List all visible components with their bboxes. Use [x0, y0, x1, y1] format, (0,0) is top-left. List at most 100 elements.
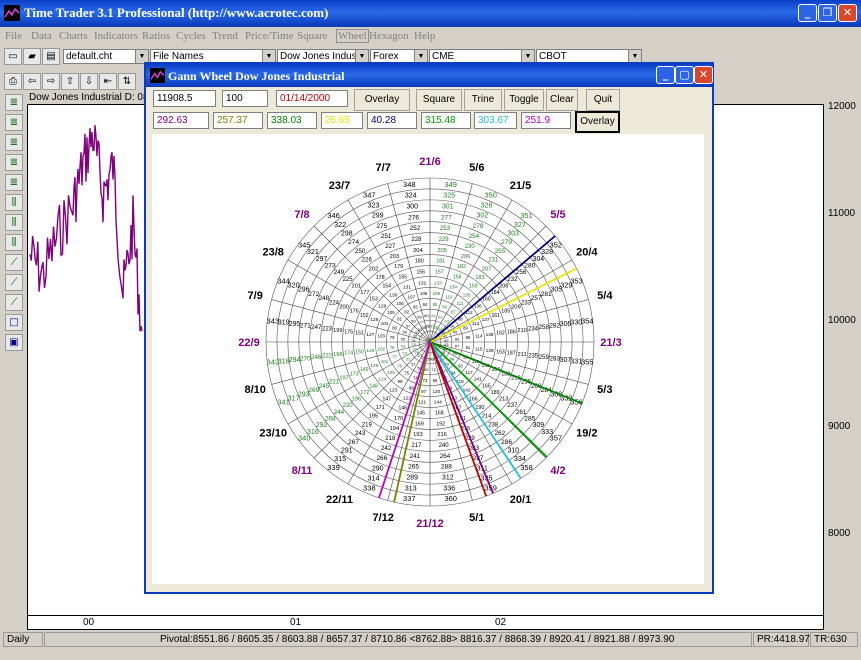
gann-wheel[interactable]: 4241403938373635343332313029282726254847… [152, 134, 704, 584]
wheel-cell-number: 177 [360, 290, 369, 296]
wheel-cell-number: 218 [385, 436, 396, 442]
bar-chart-icon[interactable]: ⫼ [5, 214, 23, 231]
wheel-cell-number: 254 [469, 233, 480, 240]
arrow-up-icon[interactable]: ⇧ [61, 73, 79, 90]
dialog-minimize-button[interactable]: _ [656, 66, 675, 84]
wheel-cell-number: 246 [311, 354, 322, 361]
wheel-cell-number: 211 [518, 352, 527, 358]
angle-value-1[interactable]: 292.63 [153, 112, 209, 129]
wheel-cell-number: 113 [472, 321, 480, 326]
wheel-cell-number: 90 [466, 335, 471, 340]
arrow-down-icon[interactable]: ⇩ [80, 73, 98, 90]
save-icon[interactable]: ▤ [42, 48, 60, 65]
chart-file-select[interactable]: default.cht ▼ [63, 49, 149, 64]
arrow-left-icon[interactable]: ⇦ [23, 73, 41, 90]
menu-hexagon[interactable]: Hexagon [369, 30, 409, 42]
bar-chart-icon[interactable]: ⫼ [5, 234, 23, 251]
wheel-cell-number: 181 [436, 259, 445, 265]
dialog-title-bar[interactable]: Gann Wheel Dow Jones Industrial _ ▢ ✕ [146, 64, 713, 87]
indicator-list-icon[interactable]: ≣ [5, 134, 23, 151]
angle-value-7[interactable]: 303.67 [474, 112, 517, 129]
menu-trend[interactable]: Trend [212, 30, 238, 42]
menu-square[interactable]: Square [297, 30, 328, 42]
wheel-cell-number: 248 [319, 295, 330, 302]
wheel-date-label: 21/12 [416, 518, 444, 530]
menu-price-time[interactable]: Price/Time [245, 30, 294, 42]
print-preview-icon[interactable]: ⎙ [4, 73, 22, 90]
indicator-list-icon[interactable]: ≣ [5, 94, 23, 111]
open-folder-icon[interactable]: ▰ [23, 48, 41, 65]
wheel-cell-number: 267 [348, 439, 359, 446]
menu-indicators[interactable]: Indicators [94, 30, 138, 42]
wheel-cell-number: 203 [390, 254, 400, 260]
gann-wheel-dialog[interactable]: Gann Wheel Dow Jones Industrial _ ▢ ✕ 11… [144, 62, 714, 594]
toggle-button[interactable]: Toggle [504, 89, 544, 111]
wheel-date-label: 20/4 [576, 247, 598, 259]
angle-line-icon[interactable]: ⟋ [5, 294, 23, 311]
angle-value-4[interactable]: 26.65 [321, 112, 363, 129]
angle-value-3[interactable]: 338.03 [267, 112, 317, 129]
wheel-cell-number: 223 [322, 326, 333, 332]
wheel-cell-number: 153 [369, 297, 378, 303]
square-tool-icon[interactable]: □ [5, 314, 23, 331]
menu-data[interactable]: Data [31, 30, 52, 42]
indicator-list-icon[interactable]: ≣ [5, 114, 23, 131]
indicator-list-icon[interactable]: ≣ [5, 154, 23, 171]
dialog-close-button[interactable]: ✕ [694, 66, 713, 84]
wheel-cell-number: 299 [372, 213, 384, 220]
menu-wheel[interactable]: Wheel [336, 29, 369, 43]
wheel-cell-number: 247 [311, 324, 322, 331]
price-input[interactable]: 11908.5 [153, 90, 216, 107]
wheel-cell-number: 171 [376, 405, 385, 411]
wheel-cell-number: 190 [475, 405, 484, 411]
quit-button[interactable]: Quit [586, 89, 620, 111]
menu-cycles[interactable]: Cycles [176, 30, 206, 42]
trend-line-icon[interactable]: ⟋ [5, 254, 23, 271]
sort-icon[interactable]: ⇅ [118, 73, 136, 90]
wheel-cell-number: 322 [334, 220, 346, 229]
maximize-button[interactable]: ❐ [818, 4, 837, 22]
wheel-cell-number: 351 [520, 211, 533, 220]
overlay-button[interactable]: Overlay [354, 89, 410, 111]
gann-wheel-svg: 4241403938373635343332313029282726254847… [238, 156, 621, 530]
square-button[interactable]: Square [416, 89, 462, 111]
arrow-right-icon[interactable]: ⇨ [42, 73, 60, 90]
wheel-cell-number: 338 [363, 484, 376, 493]
menu-file[interactable]: File [5, 30, 22, 42]
angle-value-5[interactable]: 40.28 [367, 112, 417, 129]
wheel-cell-number: 312 [442, 475, 454, 482]
date-input[interactable]: 01/14/2000 [276, 90, 348, 107]
wheel-tool-icon[interactable]: ▣ [5, 334, 23, 351]
wheel-cell-number: 38 [434, 325, 439, 330]
menu-help[interactable]: Help [414, 30, 435, 42]
indicator-list-icon[interactable]: ≣ [5, 174, 23, 191]
scroll-start-icon[interactable]: ⇤ [99, 73, 117, 90]
overlay-secondary-button[interactable]: Overlay [575, 111, 620, 133]
wheel-cell-number: 323 [368, 201, 380, 210]
angle-value-6[interactable]: 315.48 [421, 112, 471, 129]
wheel-cell-number: 326 [481, 201, 493, 210]
app-title-bar[interactable]: Time Trader 3.1 Professional (http://www… [0, 0, 861, 27]
fan-line-icon[interactable]: ⟋ [5, 274, 23, 291]
wheel-cell-number: 217 [411, 443, 422, 449]
step-input[interactable]: 100 [222, 90, 268, 107]
wheel-cell-number: 194 [390, 426, 400, 432]
clear-button[interactable]: Clear [546, 89, 578, 111]
new-file-icon[interactable]: ▭ [4, 48, 22, 65]
angle-value-8[interactable]: 251.9 [521, 112, 571, 129]
close-button[interactable]: ✕ [838, 4, 857, 22]
angle-value-2[interactable]: 257.37 [213, 112, 263, 129]
wheel-cell-number: 213 [499, 397, 509, 403]
y-tick-10000: 10000 [828, 315, 856, 326]
menu-charts[interactable]: Charts [59, 30, 88, 42]
bar-chart-icon[interactable]: ⫼ [5, 194, 23, 211]
minimize-button[interactable]: _ [798, 4, 817, 22]
menu-ratios[interactable]: Ratios [142, 30, 170, 42]
dialog-maximize-button[interactable]: ▢ [675, 66, 694, 84]
wheel-cell-number: 347 [363, 191, 376, 200]
status-bar: Daily Pivotal:8551.86 / 8605.35 / 8603.8… [0, 632, 861, 660]
wheel-cell-number: 289 [406, 475, 418, 482]
wheel-cell-number: 274 [348, 239, 359, 246]
trine-button[interactable]: Trine [464, 89, 502, 111]
wheel-cell-number: 144 [434, 400, 442, 406]
